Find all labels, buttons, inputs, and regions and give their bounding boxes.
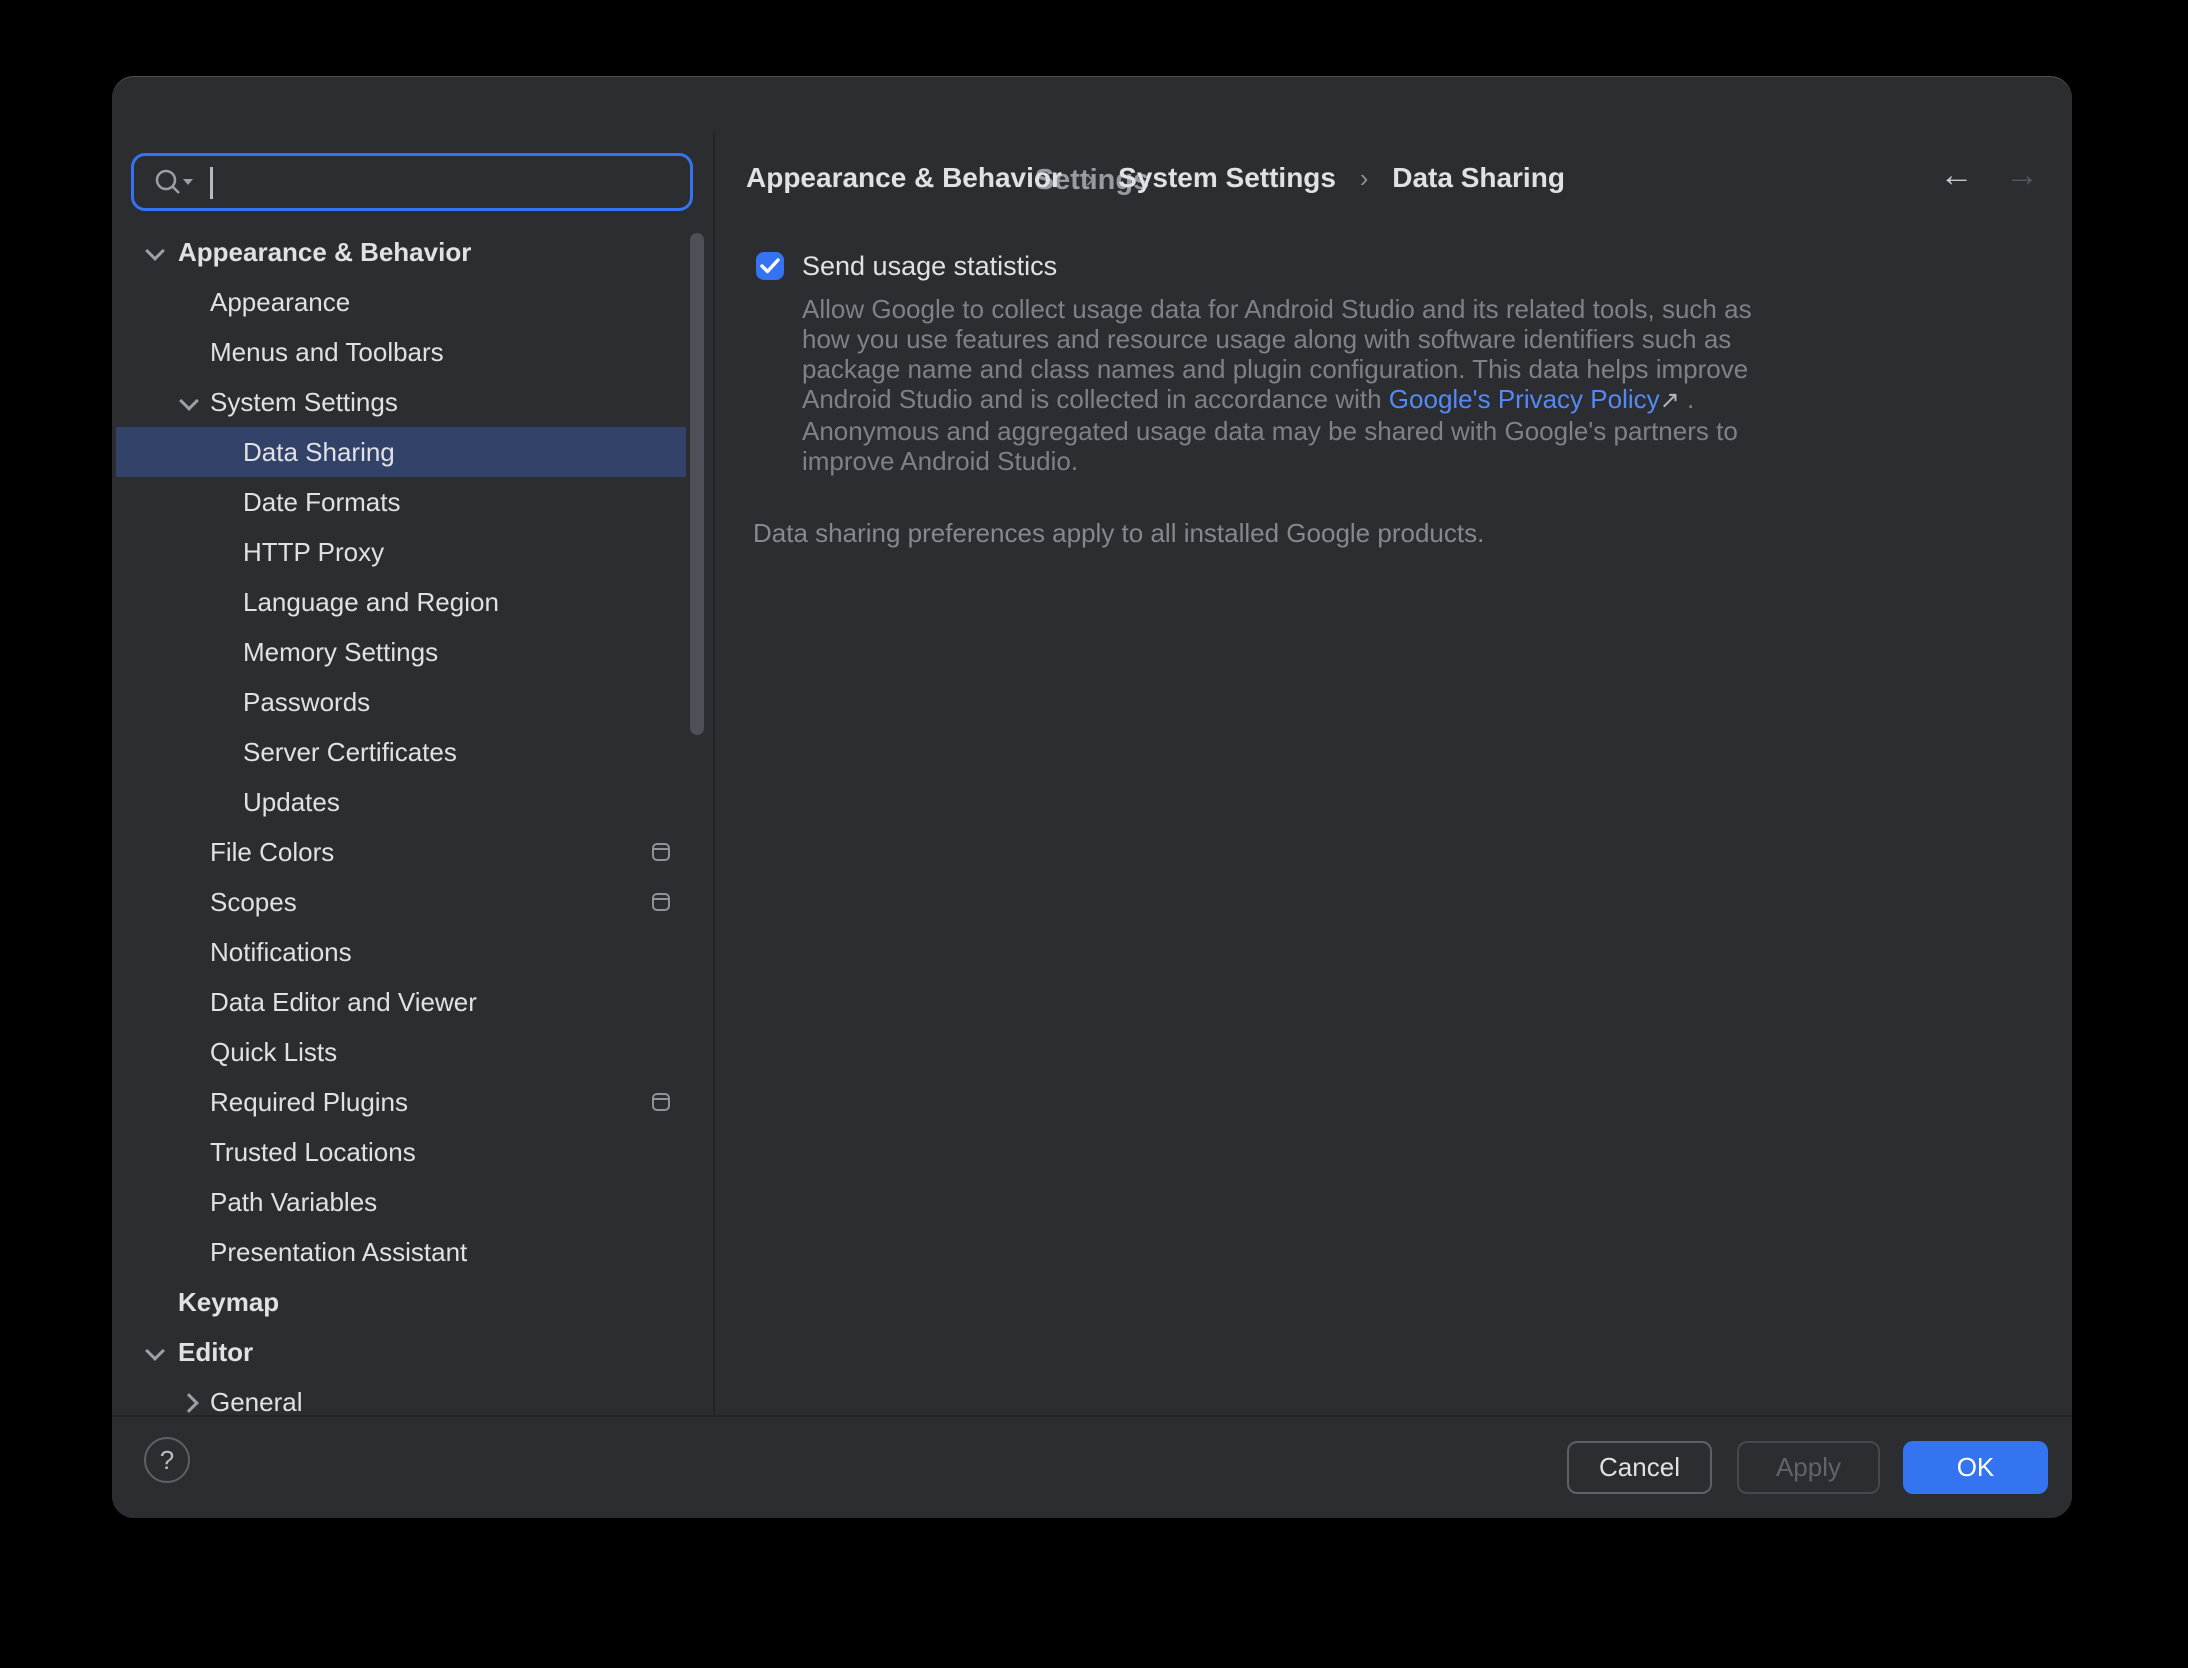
search-input[interactable] xyxy=(224,160,682,206)
search-icon xyxy=(152,167,196,199)
back-arrow-icon[interactable]: ← xyxy=(1929,156,1985,195)
breadcrumb: Appearance & Behavior › System Settings … xyxy=(746,162,1565,194)
forward-arrow-icon: → xyxy=(1994,156,2050,195)
sidebar-item-presentation-assistant[interactable]: Presentation Assistant xyxy=(112,1227,713,1277)
sidebar-item-http-proxy[interactable]: HTTP Proxy xyxy=(112,527,713,577)
sidebar-item-data-editor-and-viewer[interactable]: Data Editor and Viewer xyxy=(112,977,713,1027)
text-caret xyxy=(210,167,213,199)
sidebar-item-server-certificates[interactable]: Server Certificates xyxy=(112,727,713,777)
breadcrumb-separator-icon: › xyxy=(1344,163,1385,193)
sidebar-item-menus-and-toolbars[interactable]: Menus and Toolbars xyxy=(112,327,713,377)
sidebar-item-language-and-region[interactable]: Language and Region xyxy=(112,577,713,627)
usage-statistics-description: Allow Google to collect usage data for A… xyxy=(802,294,1787,476)
configurable-options-icon xyxy=(652,1093,670,1111)
checkbox-label[interactable]: Send usage statistics xyxy=(802,251,1057,282)
sidebar-item-required-plugins[interactable]: Required Plugins xyxy=(112,1077,713,1127)
sidebar-item-quick-lists[interactable]: Quick Lists xyxy=(112,1027,713,1077)
sidebar-item-appearance[interactable]: Appearance xyxy=(112,277,713,327)
sidebar-item-keymap[interactable]: Keymap xyxy=(112,1277,713,1327)
question-mark-icon: ? xyxy=(160,1445,174,1476)
data-sharing-note: Data sharing preferences apply to all in… xyxy=(753,518,1484,549)
sidebar-item-file-colors[interactable]: File Colors xyxy=(112,827,713,877)
configurable-options-icon xyxy=(652,893,670,911)
breadcrumb-data-sharing[interactable]: Data Sharing xyxy=(1392,162,1565,193)
configurable-options-icon xyxy=(652,843,670,861)
sidebar-item-appearance-behavior[interactable]: Appearance & Behavior xyxy=(112,227,713,277)
settings-tree: Appearance & Behavior Appearance Menus a… xyxy=(112,227,713,1427)
sidebar-item-notifications[interactable]: Notifications xyxy=(112,927,713,977)
external-link-icon: ↗ xyxy=(1660,387,1680,414)
sidebar-item-data-sharing[interactable]: Data Sharing xyxy=(116,427,686,477)
sidebar-item-date-formats[interactable]: Date Formats xyxy=(112,477,713,527)
sidebar-item-updates[interactable]: Updates xyxy=(112,777,713,827)
sidebar-item-trusted-locations[interactable]: Trusted Locations xyxy=(112,1127,713,1177)
send-usage-statistics-checkbox[interactable] xyxy=(756,252,784,280)
sidebar-divider xyxy=(713,132,715,1417)
breadcrumb-system-settings[interactable]: System Settings xyxy=(1118,162,1336,193)
sidebar-item-editor[interactable]: Editor xyxy=(112,1327,713,1377)
checkmark-icon xyxy=(760,257,780,275)
settings-search-field[interactable] xyxy=(131,153,693,211)
titlebar: Settings xyxy=(112,76,2072,132)
settings-window: Settings Appearance & Behavior Appearanc… xyxy=(112,76,2072,1518)
sidebar-item-scopes[interactable]: Scopes xyxy=(112,877,713,927)
sidebar-scrollbar[interactable] xyxy=(690,233,704,735)
breadcrumb-separator-icon: › xyxy=(1070,163,1111,193)
history-navigation: ← → xyxy=(1929,156,2050,195)
sidebar-item-path-variables[interactable]: Path Variables xyxy=(112,1177,713,1227)
cancel-button[interactable]: Cancel xyxy=(1567,1441,1712,1494)
sidebar-item-passwords[interactable]: Passwords xyxy=(112,677,713,727)
ok-button[interactable]: OK xyxy=(1903,1441,2048,1494)
privacy-policy-link[interactable]: Google's Privacy Policy xyxy=(1389,384,1660,414)
breadcrumb-appearance-behavior[interactable]: Appearance & Behavior xyxy=(746,162,1062,193)
sidebar-item-memory-settings[interactable]: Memory Settings xyxy=(112,627,713,677)
apply-button: Apply xyxy=(1737,1441,1880,1494)
sidebar-item-system-settings[interactable]: System Settings xyxy=(112,377,713,427)
footer-bar: ? Cancel Apply OK xyxy=(112,1415,2072,1518)
help-button[interactable]: ? xyxy=(144,1437,190,1483)
